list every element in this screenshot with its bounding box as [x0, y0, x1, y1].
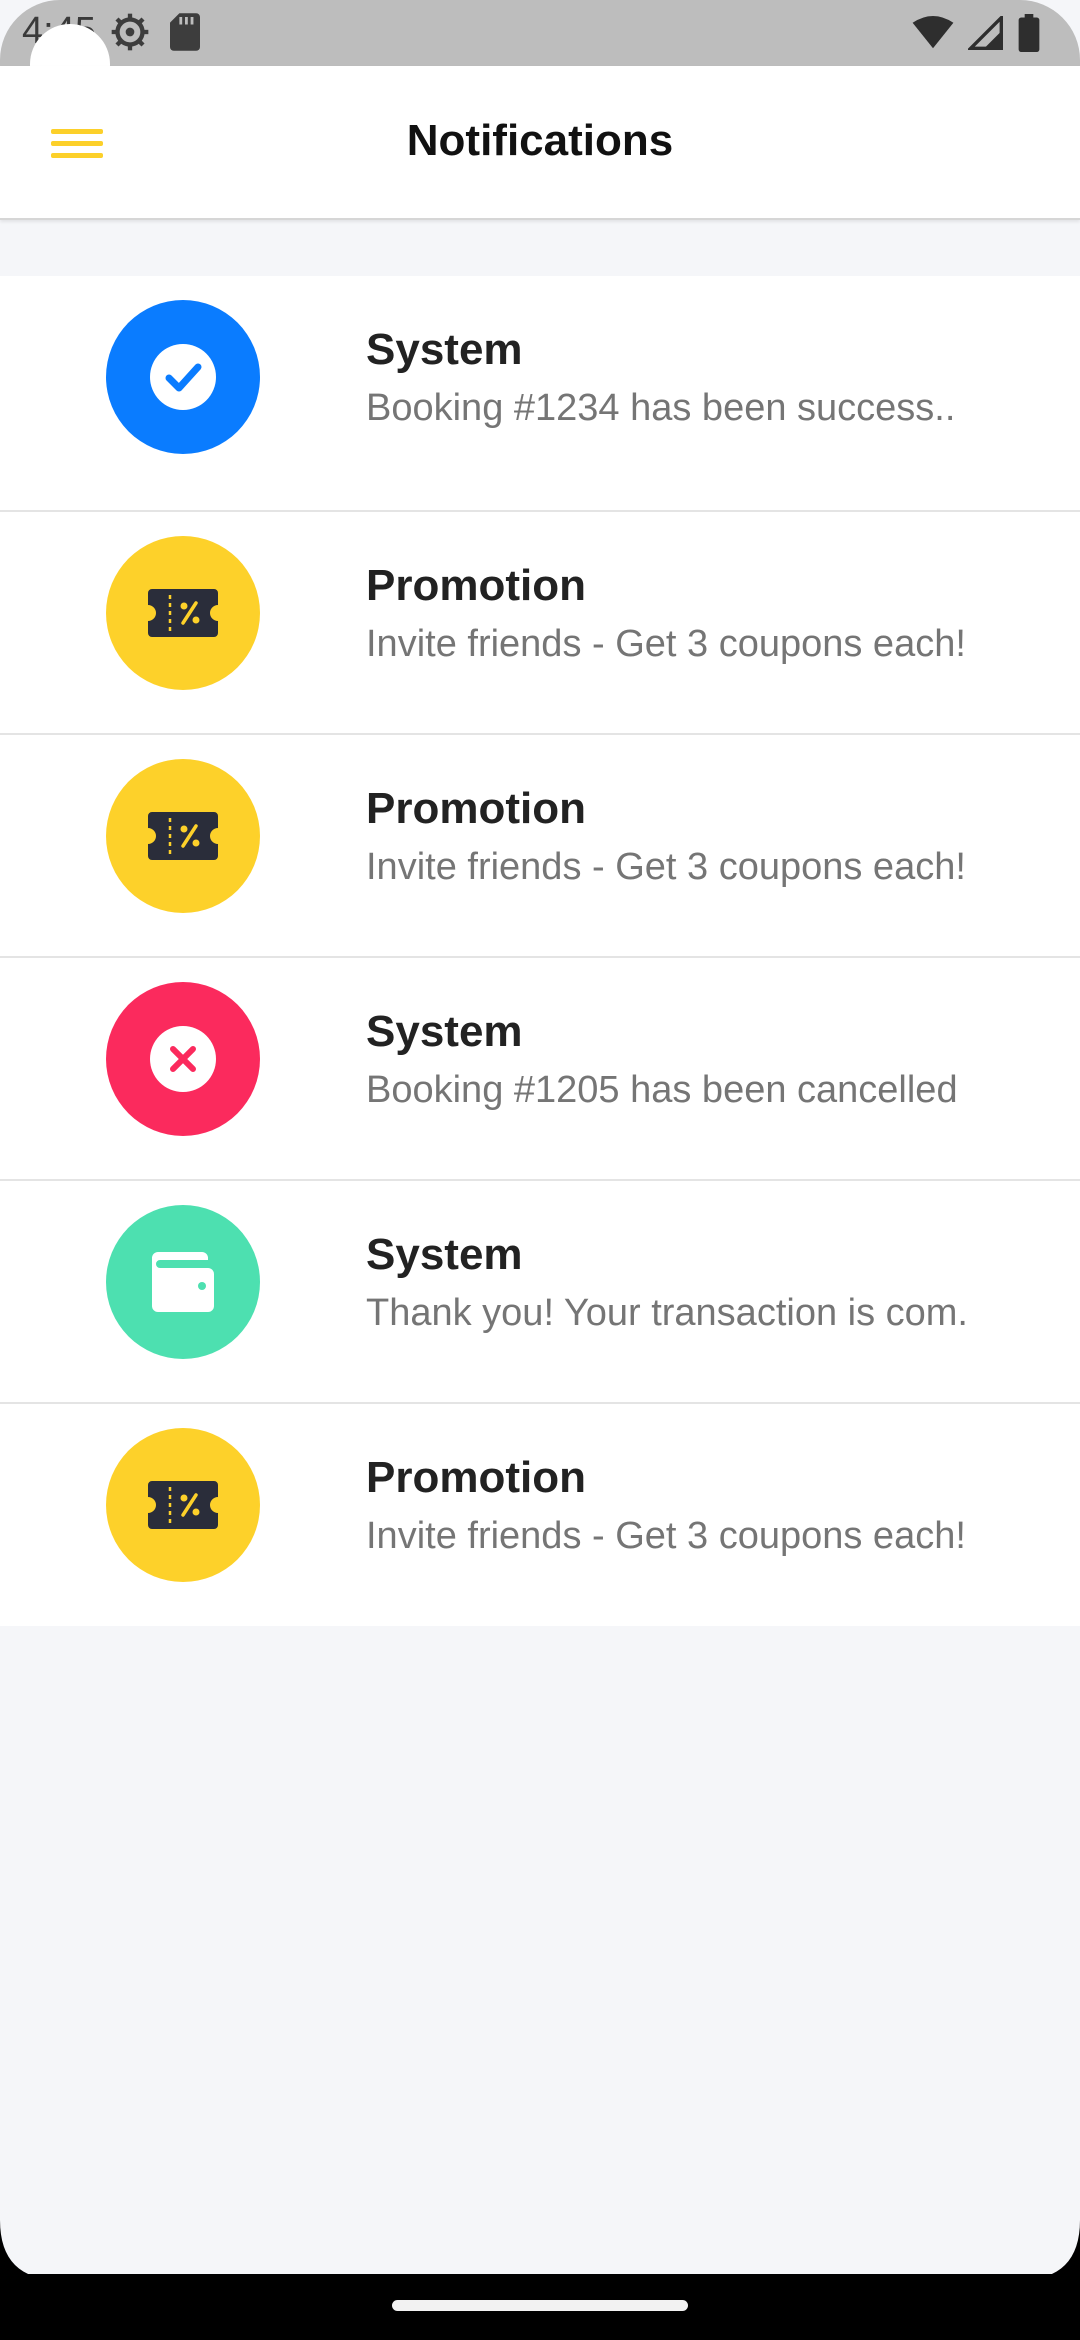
- notification-item[interactable]: Promotion Invite friends - Get 3 coupons…: [0, 735, 1080, 958]
- display-corner-right: [1020, 2220, 1080, 2280]
- wallet-icon: [152, 1252, 214, 1312]
- notification-type: Promotion: [366, 784, 586, 833]
- notification-text: System Thank you! Your transaction is co…: [366, 1225, 1060, 1341]
- settings-gear-icon: [111, 13, 149, 51]
- notification-message: Invite friends - Get 3 coupons each!: [366, 846, 966, 888]
- app-bar: Notifications: [0, 66, 1080, 220]
- status-left-icons: [110, 12, 200, 52]
- notification-message: Invite friends - Get 3 coupons each!: [366, 1515, 966, 1557]
- notification-type: System: [366, 1007, 523, 1056]
- notification-avatar: [106, 536, 260, 690]
- notification-text: Promotion Invite friends - Get 3 coupons…: [366, 556, 1060, 672]
- notification-message: Booking #1234 has been success..: [366, 387, 956, 429]
- notification-type: System: [366, 325, 523, 374]
- notification-text: Promotion Invite friends - Get 3 coupons…: [366, 1448, 1060, 1564]
- notification-type: System: [366, 1230, 523, 1279]
- notification-avatar: [106, 300, 260, 454]
- check-icon: [150, 344, 216, 410]
- screen: 4:45: [0, 0, 1080, 2340]
- cell-signal-icon: [968, 16, 1003, 50]
- close-icon: [150, 1026, 216, 1092]
- page-title: Notifications: [406, 116, 674, 165]
- notification-message: Invite friends - Get 3 coupons each!: [366, 623, 966, 665]
- ticket-percent-icon: [148, 589, 218, 637]
- notification-text: Promotion Invite friends - Get 3 coupons…: [366, 779, 1060, 895]
- notification-message: Thank you! Your transaction is com.: [366, 1292, 968, 1334]
- battery-icon: [1018, 14, 1040, 52]
- notification-item[interactable]: System Booking #1205 has been cancelled: [0, 958, 1080, 1181]
- status-right-icons: [912, 14, 1040, 52]
- ticket-percent-icon: [148, 1481, 218, 1529]
- notification-avatar: [106, 1205, 260, 1359]
- notification-message: Booking #1205 has been cancelled: [366, 1069, 958, 1111]
- notification-item[interactable]: System Thank you! Your transaction is co…: [0, 1181, 1080, 1404]
- wifi-icon: [912, 16, 954, 49]
- status-bar: 4:45: [0, 0, 1080, 66]
- notification-type: Promotion: [366, 1453, 586, 1502]
- notification-item[interactable]: Promotion Invite friends - Get 3 coupons…: [0, 1404, 1080, 1626]
- notification-avatar: [106, 1428, 260, 1582]
- ticket-percent-icon: [148, 812, 218, 860]
- notification-item[interactable]: Promotion Invite friends - Get 3 coupons…: [0, 512, 1080, 735]
- notification-text: System Booking #1205 has been cancelled: [366, 1002, 1060, 1118]
- notification-list: System Booking #1234 has been success.. …: [0, 276, 1080, 1626]
- notification-type: Promotion: [366, 561, 586, 610]
- gesture-nav-bar: [0, 2274, 1080, 2340]
- notification-avatar: [106, 759, 260, 913]
- home-gesture-handle[interactable]: [392, 2300, 688, 2311]
- notification-text: System Booking #1234 has been success..: [366, 320, 1060, 436]
- sd-card-icon: [170, 13, 200, 51]
- display-corner-left: [0, 2220, 60, 2280]
- notification-item[interactable]: System Booking #1234 has been success..: [0, 276, 1080, 512]
- notification-avatar: [106, 982, 260, 1136]
